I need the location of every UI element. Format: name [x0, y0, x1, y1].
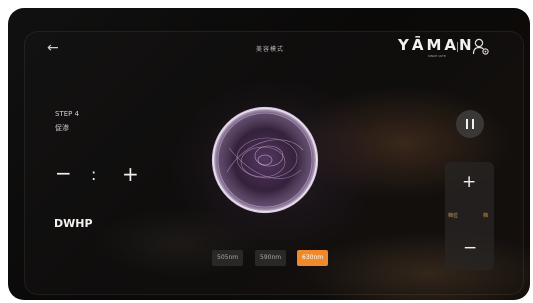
brand-wordmark: YĀMAN — [398, 36, 475, 54]
back-arrow-icon[interactable]: ← — [47, 40, 63, 56]
step-name: 促渗 — [55, 124, 69, 132]
time-separator: : — [91, 165, 97, 184]
intensity-panel: + 档位 档 − — [445, 162, 494, 270]
light-orb-visual — [211, 106, 319, 214]
step-number: STEP 4 — [55, 110, 80, 118]
time-increase-button[interactable]: + — [122, 164, 139, 184]
wavelength-505nm[interactable]: 505nm — [212, 250, 244, 266]
intensity-level-label: 档位 — [448, 213, 459, 219]
pause-button[interactable] — [456, 110, 484, 138]
pause-icon — [466, 119, 468, 129]
brand-tagline: SINCE 1978 — [428, 54, 446, 58]
brand-logo: YĀMAN SINCE 1978 — [398, 36, 475, 59]
intensity-decrease-button[interactable]: − — [463, 238, 477, 258]
header-divider — [457, 42, 458, 52]
user-settings-icon[interactable] — [472, 38, 490, 56]
pause-icon-bar — [472, 119, 474, 129]
time-decrease-button[interactable]: − — [55, 163, 72, 183]
wavelength-590nm[interactable]: 590nm — [255, 250, 287, 266]
intensity-level-unit: 档 — [483, 213, 489, 219]
mode-label: DWHP — [54, 217, 93, 230]
intensity-increase-button[interactable]: + — [462, 172, 476, 192]
page-title: 美容模式 — [255, 46, 284, 53]
wavelength-630nm[interactable]: 630nm — [297, 250, 329, 266]
